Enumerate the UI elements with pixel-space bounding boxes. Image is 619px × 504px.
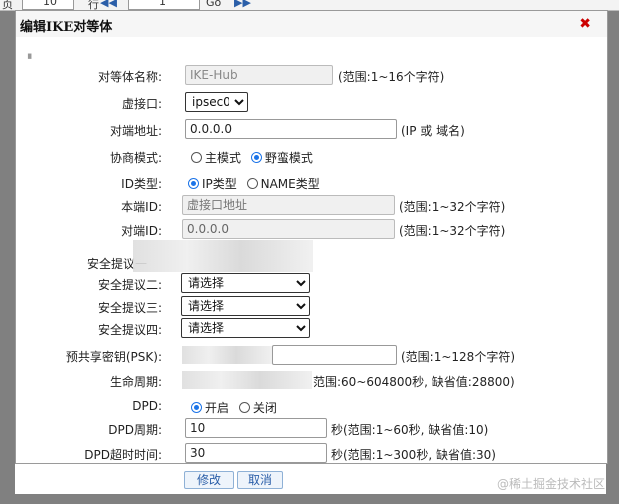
local-id-hint: (范围:1~32个字符) bbox=[399, 200, 506, 214]
remote-address-label: 对端地址: bbox=[109, 124, 162, 138]
dpd-period-hint: 秒(范围:1~60秒, 缺省值:10) bbox=[331, 423, 489, 437]
lifetime-hint: 范围:60~604800秒, 缺省值:28800) bbox=[313, 375, 515, 389]
proposal-2-select[interactable]: 请选择 bbox=[181, 273, 310, 293]
dpd-timeout-input[interactable] bbox=[185, 443, 327, 463]
row-dpd-timeout: DPD超时时间: 秒(范围:1~300秒, 缺省值:30) bbox=[16, 443, 607, 465]
row-proposal-3: 安全提议三: 请选择 bbox=[16, 296, 607, 318]
local-id-label: 本端ID: bbox=[121, 200, 162, 214]
lifetime-redacted bbox=[182, 371, 312, 389]
row-lifetime: 生命周期: 范围:60~604800秒, 缺省值:28800) bbox=[16, 370, 607, 392]
radio-name-type[interactable]: NAME类型 bbox=[246, 175, 320, 192]
cancel-button[interactable]: 取消 bbox=[237, 471, 283, 489]
dpd-timeout-label: DPD超时时间: bbox=[84, 448, 162, 462]
psk-redacted bbox=[182, 346, 272, 364]
row-dpd-period: DPD周期: 秒(范围:1~60秒, 缺省值:10) bbox=[16, 418, 607, 440]
radio-dpd-on[interactable]: 开启 bbox=[191, 399, 229, 416]
nav-last-icon[interactable]: ▶▶ bbox=[234, 0, 251, 9]
psk-input[interactable] bbox=[272, 345, 397, 365]
lifetime-label: 生命周期: bbox=[109, 375, 162, 389]
peer-name-hint: (范围:1~16个字符) bbox=[338, 70, 445, 84]
dpd-label: DPD: bbox=[132, 399, 162, 413]
proposal-3-select[interactable]: 请选择 bbox=[181, 296, 310, 316]
dpd-period-input[interactable] bbox=[185, 418, 327, 438]
pager-page-input[interactable]: 1 bbox=[128, 0, 200, 10]
row-proposal-4: 安全提议四: 请选择 bbox=[16, 318, 607, 340]
remote-id-input[interactable] bbox=[182, 219, 395, 239]
pager-size-input[interactable]: 10 bbox=[22, 0, 74, 10]
close-icon[interactable]: ✖ bbox=[579, 16, 591, 32]
id-type-label: ID类型: bbox=[121, 177, 162, 191]
row-psk: 预共享密钥(PSK): (范围:1~128个字符) bbox=[16, 345, 607, 367]
row-remote-address: 对端地址: (IP 或 域名) bbox=[16, 119, 607, 141]
row-virtual-interface: 虚接口: ipsec0 bbox=[16, 92, 607, 114]
psk-label: 预共享密钥(PSK): bbox=[65, 350, 162, 364]
proposal-3-label: 安全提议三: bbox=[97, 301, 162, 315]
negotiation-mode-label: 协商模式: bbox=[109, 151, 162, 165]
peer-name-label: 对等体名称: bbox=[97, 70, 162, 84]
row-id-type: ID类型: IP类型 NAME类型 bbox=[16, 172, 607, 194]
watermark: @稀土掘金技术社区 bbox=[496, 477, 605, 491]
edit-ike-peer-dialog: 编辑IKE对等体 ✖ ▘ 对等体名称: (范围:1~16个字符) 虚接口: ip… bbox=[15, 10, 608, 464]
radio-dpd-off[interactable]: 关闭 bbox=[238, 399, 277, 416]
virtual-interface-label: 虚接口: bbox=[121, 97, 162, 111]
remote-address-hint: (IP 或 域名) bbox=[401, 124, 465, 138]
proposal-4-select[interactable]: 请选择 bbox=[181, 318, 310, 338]
peer-name-input[interactable] bbox=[185, 65, 333, 85]
modify-button[interactable]: 修改 bbox=[184, 471, 234, 489]
local-id-input[interactable] bbox=[182, 195, 395, 215]
dialog-header: 编辑IKE对等体 ✖ bbox=[16, 11, 607, 37]
nav-first-icon[interactable]: ◀◀ bbox=[100, 0, 117, 9]
row-peer-name: 对等体名称: (范围:1~16个字符) bbox=[16, 65, 607, 87]
proposal-4-label: 安全提议四: bbox=[97, 323, 162, 337]
row-negotiation-mode: 协商模式: 主模式 野蛮模式 bbox=[16, 146, 607, 168]
dialog-title: 编辑IKE对等体 bbox=[20, 20, 113, 35]
remote-id-label: 对端ID: bbox=[121, 224, 162, 238]
row-remote-id: 对端ID: (范围:1~32个字符) bbox=[16, 219, 607, 241]
psk-hint: (范围:1~128个字符) bbox=[401, 350, 516, 364]
radio-aggressive-mode[interactable]: 野蛮模式 bbox=[250, 149, 313, 166]
remote-id-hint: (范围:1~32个字符) bbox=[399, 224, 506, 238]
row-proposal-1: 安全提议一 bbox=[16, 240, 607, 274]
row-dpd: DPD: 开启 关闭 bbox=[16, 396, 607, 418]
corner-mark: ▘ bbox=[28, 55, 35, 65]
proposal-1-redacted bbox=[133, 240, 313, 272]
radio-main-mode[interactable]: 主模式 bbox=[191, 149, 241, 166]
dpd-timeout-hint: 秒(范围:1~300秒, 缺省值:30) bbox=[331, 448, 496, 462]
dpd-period-label: DPD周期: bbox=[108, 423, 162, 437]
remote-address-input[interactable] bbox=[185, 119, 397, 139]
virtual-interface-select[interactable]: ipsec0 bbox=[185, 92, 248, 112]
row-proposal-2: 安全提议二: 请选择 bbox=[16, 273, 607, 295]
pager-prefix: 页 bbox=[2, 0, 13, 11]
pager-go-button[interactable]: Go bbox=[206, 0, 221, 9]
proposal-2-label: 安全提议二: bbox=[97, 278, 162, 292]
row-local-id: 本端ID: (范围:1~32个字符) bbox=[16, 195, 607, 217]
radio-ip-type[interactable]: IP类型 bbox=[188, 175, 237, 192]
